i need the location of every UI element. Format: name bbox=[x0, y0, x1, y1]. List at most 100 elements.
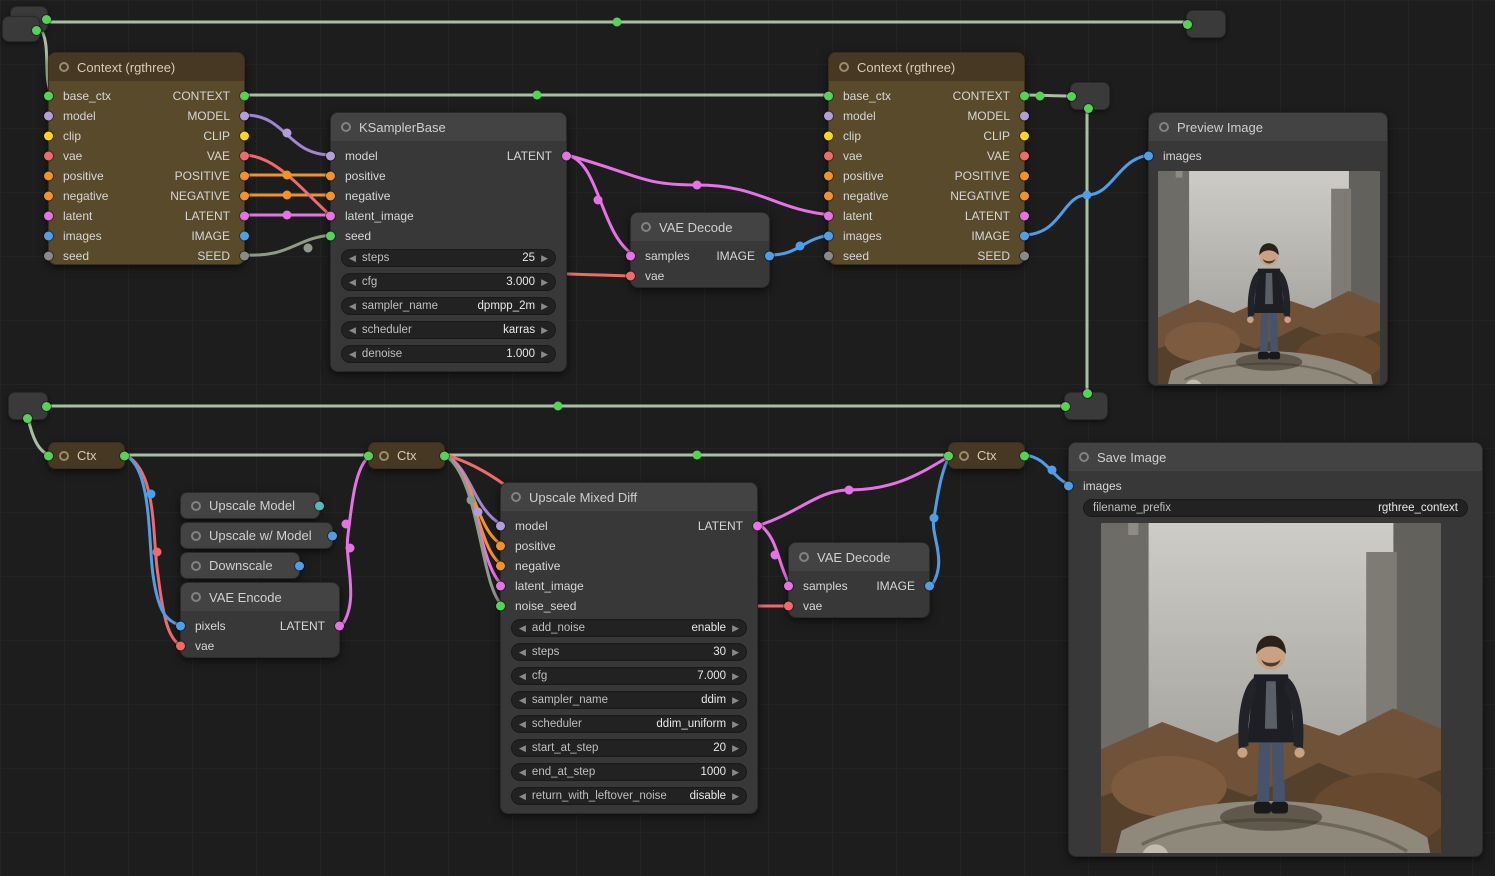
collapse-dot-icon[interactable] bbox=[799, 552, 809, 562]
reroute-output-port[interactable] bbox=[1061, 402, 1070, 411]
input-port-vae[interactable] bbox=[176, 642, 185, 651]
widget-steps[interactable]: ◀steps25▶ bbox=[341, 249, 556, 267]
widget-cfg[interactable]: ◀cfg3.000▶ bbox=[341, 273, 556, 291]
reroute-output-port[interactable] bbox=[42, 15, 51, 24]
output-port-vae[interactable] bbox=[240, 152, 249, 161]
widget-scheduler[interactable]: ◀schedulerddim_uniform▶ bbox=[511, 715, 747, 733]
output-port-positive[interactable] bbox=[240, 172, 249, 181]
output-port-image[interactable] bbox=[925, 582, 934, 591]
output-port-clip[interactable] bbox=[1020, 132, 1029, 141]
reroute-node-context-out[interactable] bbox=[1070, 82, 1110, 110]
input-port-model[interactable] bbox=[326, 152, 335, 161]
output-port-image[interactable] bbox=[328, 531, 337, 540]
input-port-negative[interactable] bbox=[326, 192, 335, 201]
input-port-latent_image[interactable] bbox=[326, 212, 335, 221]
decrement-arrow-icon[interactable]: ◀ bbox=[519, 671, 526, 682]
increment-arrow-icon[interactable]: ▶ bbox=[732, 743, 739, 754]
node-preview-image[interactable]: Preview Image images bbox=[1148, 112, 1388, 386]
input-port-latent[interactable] bbox=[44, 212, 53, 221]
collapse-dot-icon[interactable] bbox=[341, 122, 351, 132]
input-port-negative[interactable] bbox=[496, 562, 505, 571]
widget-denoise[interactable]: ◀denoise1.000▶ bbox=[341, 345, 556, 363]
input-port-latent_image[interactable] bbox=[496, 582, 505, 591]
widget-steps[interactable]: ◀steps30▶ bbox=[511, 643, 747, 661]
node-vae-decode-2[interactable]: VAE Decode samplesIMAGE vae bbox=[788, 542, 930, 618]
reroute-input-port[interactable] bbox=[1083, 389, 1092, 398]
widget-add-noise[interactable]: ◀add_noiseenable▶ bbox=[511, 619, 747, 637]
input-port-base_ctx[interactable] bbox=[44, 92, 53, 101]
input-port-samples[interactable] bbox=[784, 582, 793, 591]
widget-end-at-step[interactable]: ◀end_at_step1000▶ bbox=[511, 763, 747, 781]
node-ctx-collapsed-2[interactable]: Ctx bbox=[368, 442, 445, 469]
decrement-arrow-icon[interactable]: ◀ bbox=[519, 623, 526, 634]
input-port-pixels[interactable] bbox=[176, 622, 185, 631]
node-header[interactable]: Context (rgthree) bbox=[49, 53, 244, 81]
output-port-image[interactable] bbox=[1020, 232, 1029, 241]
widget-sampler-name[interactable]: ◀sampler_namedpmpp_2m▶ bbox=[341, 297, 556, 315]
increment-arrow-icon[interactable]: ▶ bbox=[732, 695, 739, 706]
input-port-vae[interactable] bbox=[824, 152, 833, 161]
node-upscale-model[interactable]: Upscale Model bbox=[180, 492, 320, 519]
reroute-output-port[interactable] bbox=[23, 414, 32, 423]
input-port-images[interactable] bbox=[1144, 152, 1153, 161]
reroute-output-port[interactable] bbox=[32, 26, 41, 35]
node-header[interactable]: Preview Image bbox=[1149, 113, 1387, 141]
increment-arrow-icon[interactable]: ▶ bbox=[541, 325, 548, 336]
input-port-images[interactable] bbox=[1064, 482, 1073, 491]
input-port-positive[interactable] bbox=[824, 172, 833, 181]
output-port-seed[interactable] bbox=[240, 252, 249, 261]
output-port[interactable] bbox=[120, 451, 129, 460]
output-port-positive[interactable] bbox=[1020, 172, 1029, 181]
decrement-arrow-icon[interactable]: ◀ bbox=[349, 301, 356, 312]
output-port-upscale-model[interactable] bbox=[315, 501, 324, 510]
collapse-dot-icon[interactable] bbox=[959, 451, 969, 461]
increment-arrow-icon[interactable]: ▶ bbox=[541, 277, 548, 288]
input-port-negative[interactable] bbox=[44, 192, 53, 201]
node-header[interactable]: VAE Decode bbox=[789, 543, 929, 571]
decrement-arrow-icon[interactable]: ◀ bbox=[349, 277, 356, 288]
increment-arrow-icon[interactable]: ▶ bbox=[732, 719, 739, 730]
output-port-negative[interactable] bbox=[1020, 192, 1029, 201]
increment-arrow-icon[interactable]: ▶ bbox=[732, 623, 739, 634]
input-port-noise_seed[interactable] bbox=[496, 602, 505, 611]
increment-arrow-icon[interactable]: ▶ bbox=[732, 671, 739, 682]
widget-cfg[interactable]: ◀cfg7.000▶ bbox=[511, 667, 747, 685]
node-ksampler-base[interactable]: KSamplerBase modelLATENT positive negati… bbox=[330, 112, 567, 372]
input-port-positive[interactable] bbox=[326, 172, 335, 181]
node-save-image[interactable]: Save Image images filename_prefixrgthree… bbox=[1068, 442, 1483, 857]
reroute-input-port[interactable] bbox=[1183, 20, 1192, 29]
reroute-output-port[interactable] bbox=[1084, 104, 1093, 113]
output-port-latent[interactable] bbox=[335, 622, 344, 631]
reroute-node-top-left-b[interactable] bbox=[2, 16, 40, 42]
input-port-model[interactable] bbox=[824, 112, 833, 121]
input-port-model[interactable] bbox=[496, 522, 505, 531]
output-port-image[interactable] bbox=[295, 561, 304, 570]
decrement-arrow-icon[interactable]: ◀ bbox=[519, 695, 526, 706]
widget-sampler-name[interactable]: ◀sampler_nameddim▶ bbox=[511, 691, 747, 709]
input-port[interactable] bbox=[44, 451, 53, 460]
collapse-dot-icon[interactable] bbox=[511, 492, 521, 502]
output-port-latent[interactable] bbox=[240, 212, 249, 221]
input-port-clip[interactable] bbox=[44, 132, 53, 141]
collapse-dot-icon[interactable] bbox=[59, 451, 69, 461]
node-ctx-collapsed-1[interactable]: Ctx bbox=[48, 442, 125, 469]
node-header[interactable]: Save Image bbox=[1069, 443, 1482, 471]
node-upscale-with-model[interactable]: Upscale w/ Model bbox=[180, 522, 333, 549]
input-port-vae[interactable] bbox=[626, 272, 635, 281]
graph-canvas[interactable]: { "app": {"title": "ComfyUI workflow gra… bbox=[0, 0, 1495, 876]
output-port-seed[interactable] bbox=[1020, 252, 1029, 261]
output-port-latent[interactable] bbox=[1020, 212, 1029, 221]
node-header[interactable]: VAE Decode bbox=[631, 213, 769, 241]
node-header[interactable]: VAE Encode bbox=[181, 583, 339, 611]
node-header[interactable]: KSamplerBase bbox=[331, 113, 566, 141]
node-header[interactable]: Context (rgthree) bbox=[829, 53, 1024, 81]
widget-scheduler[interactable]: ◀schedulerkarras▶ bbox=[341, 321, 556, 339]
decrement-arrow-icon[interactable]: ◀ bbox=[349, 325, 356, 336]
input-port-model[interactable] bbox=[44, 112, 53, 121]
increment-arrow-icon[interactable]: ▶ bbox=[732, 767, 739, 778]
node-header[interactable]: Upscale Mixed Diff bbox=[501, 483, 757, 511]
collapse-dot-icon[interactable] bbox=[191, 501, 201, 511]
decrement-arrow-icon[interactable]: ◀ bbox=[519, 647, 526, 658]
collapse-dot-icon[interactable] bbox=[191, 561, 201, 571]
input-port-vae[interactable] bbox=[784, 602, 793, 611]
